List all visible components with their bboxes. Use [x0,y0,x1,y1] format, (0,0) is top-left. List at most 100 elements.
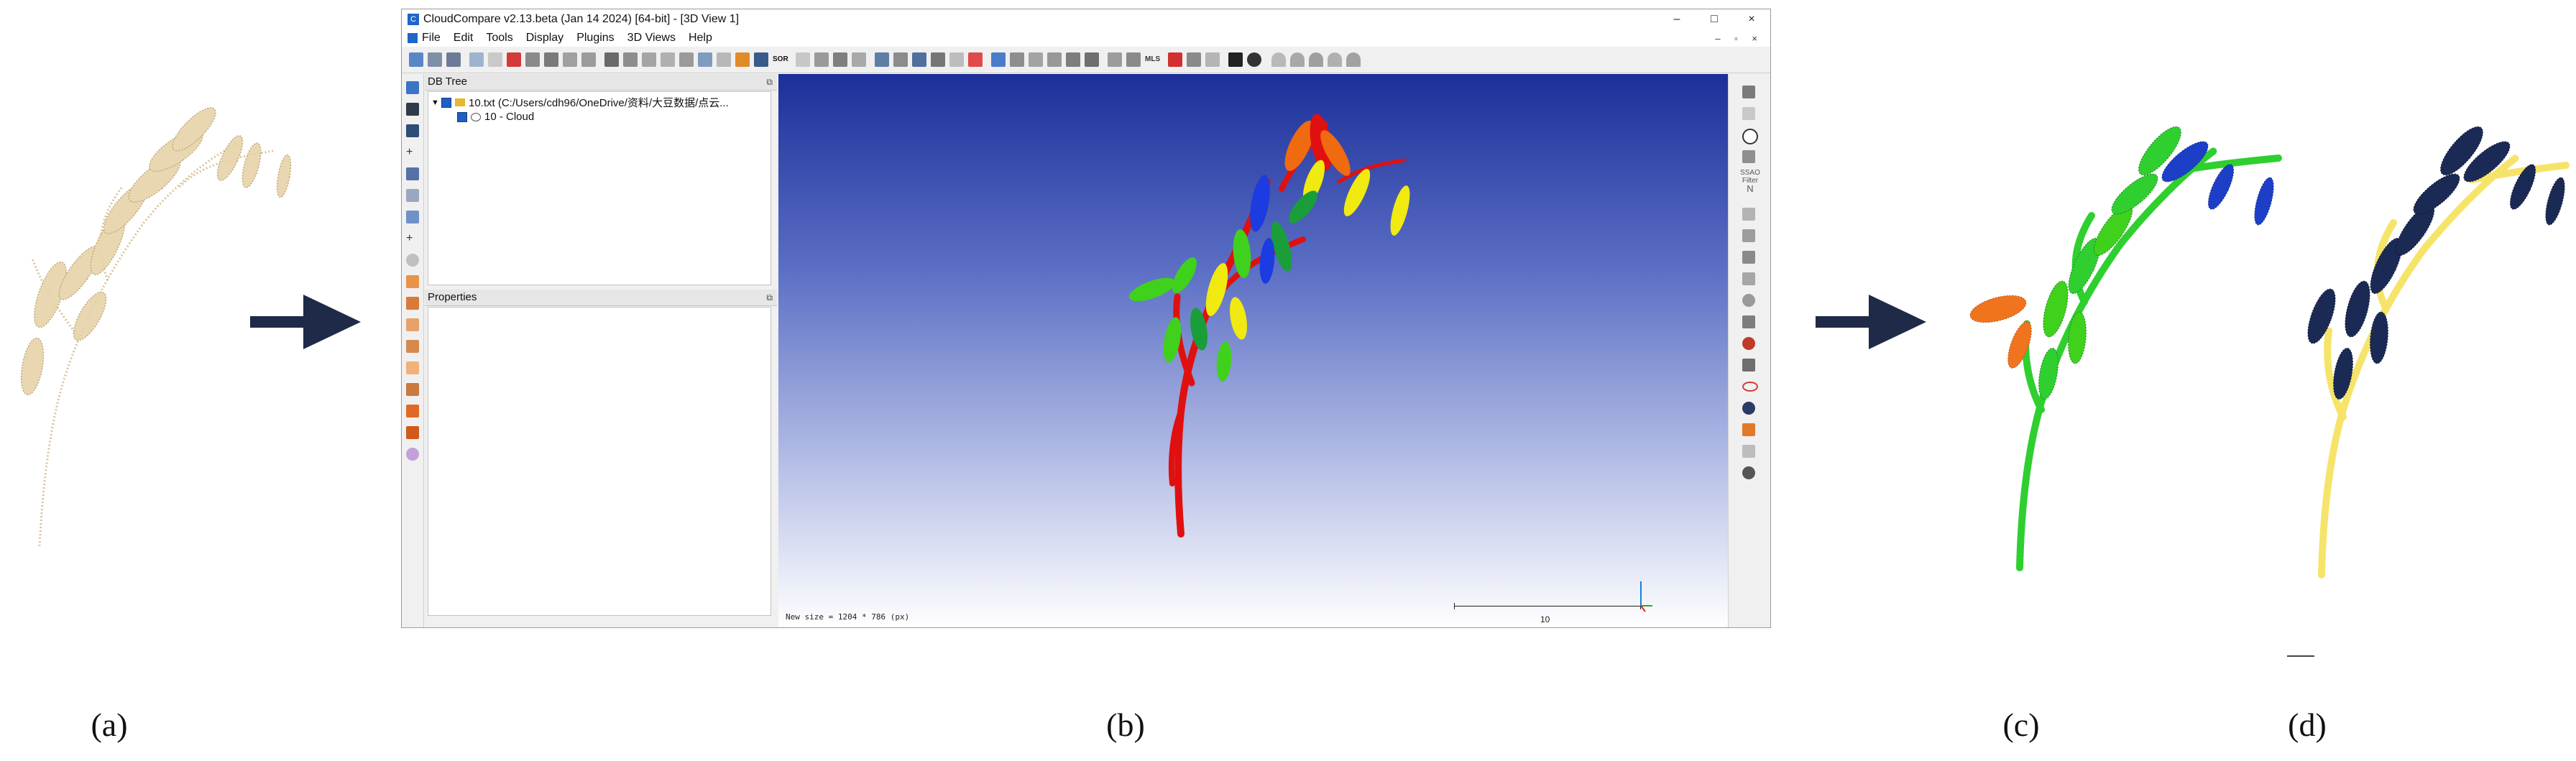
clone-icon[interactable] [469,52,484,67]
stereo-icon[interactable] [406,448,419,461]
search-icon[interactable] [406,254,419,267]
merge-icon[interactable] [488,52,502,67]
translate-icon[interactable] [544,52,558,67]
view-right-box-icon[interactable] [406,340,419,353]
tool-icon[interactable] [1742,423,1755,436]
shader-icon[interactable] [1742,150,1755,163]
view-bottom-box-icon[interactable] [406,383,419,396]
tool-icon[interactable] [1742,208,1755,221]
normal-icon[interactable] [679,52,694,67]
segment-icon[interactable] [563,52,577,67]
view-back-icon[interactable] [1328,52,1342,67]
bar-icon[interactable] [406,124,419,137]
tool-icon[interactable] [1742,445,1755,458]
plane-icon[interactable] [833,52,847,67]
point-pick-icon[interactable] [507,52,521,67]
view-left-box-icon[interactable] [406,318,419,331]
tree-item-root[interactable]: ▼ 10.txt (C:/Users/cdh96/OneDrive/资料/大豆数… [431,95,729,110]
menu-display[interactable]: Display [526,32,564,45]
sor-filter-icon[interactable]: SOR [773,52,788,67]
menu-edit[interactable]: Edit [454,32,474,45]
view-front-icon[interactable] [1290,52,1305,67]
delete-icon[interactable] [581,52,596,67]
compass-icon[interactable] [796,52,810,67]
camera-icon[interactable] [406,103,419,116]
facets-icon[interactable] [1066,52,1080,67]
compass-icon[interactable] [1742,129,1758,144]
distance-icon[interactable] [642,52,656,67]
tool-icon[interactable] [1742,315,1755,328]
rgb-icon[interactable] [1010,52,1024,67]
view-back-box-icon[interactable] [406,297,419,310]
ellipse-icon[interactable] [1742,382,1758,392]
mesh-icon[interactable] [661,52,675,67]
gradient-icon[interactable] [968,52,983,67]
m3c2-icon[interactable] [1029,52,1043,67]
zoom-region-icon[interactable] [406,189,419,202]
pivot-icon[interactable] [406,167,419,180]
fill-icon[interactable] [735,52,750,67]
menu-file[interactable]: File [422,32,441,45]
pointpair-icon[interactable] [1228,52,1243,67]
primitive-icon[interactable] [698,52,712,67]
subsample-icon[interactable] [525,52,540,67]
crosshair-icon[interactable]: + [406,146,419,159]
screen-icon[interactable] [406,81,419,94]
view-top-icon[interactable] [1271,52,1286,67]
visibility-checkbox[interactable] [457,111,467,122]
user-icon[interactable] [1742,402,1755,415]
3d-view[interactable]: New size = 1204 * 786 (px) 10 [778,74,1729,627]
tool-icon[interactable] [1742,251,1755,264]
float-button[interactable]: ⧉ [766,74,773,90]
minimize-button[interactable]: – [1658,13,1696,26]
hpr-icon[interactable] [1085,52,1099,67]
light-icon[interactable] [1742,107,1755,120]
align-icon[interactable] [604,52,619,67]
tool-icon[interactable] [1742,272,1755,285]
menu-help[interactable]: Help [689,32,712,45]
level-icon[interactable] [852,52,866,67]
menu-plugins[interactable]: Plugins [576,32,614,45]
mdi-window-controls[interactable]: – ▫ × [1715,33,1763,44]
collapse-icon[interactable]: ▼ [431,98,439,107]
color-icon[interactable] [991,52,1006,67]
north-label[interactable]: N [1731,183,1769,194]
tree-item-cloud[interactable]: 10 - Cloud [457,111,534,123]
sample-icon[interactable] [717,52,731,67]
layers-icon[interactable] [1742,359,1755,372]
tool-icon[interactable] [1742,294,1755,307]
tool-icon[interactable] [1742,229,1755,242]
histogram-icon[interactable] [875,52,889,67]
grid-icon[interactable] [893,52,908,67]
cross-section-icon[interactable] [814,52,829,67]
poisson-icon[interactable] [1126,52,1141,67]
open-icon[interactable] [409,52,423,67]
cube-icon[interactable] [406,211,419,223]
canupo-icon[interactable] [1047,52,1062,67]
gear-icon[interactable] [1247,52,1261,67]
menu-3d-views[interactable]: 3D Views [627,32,676,45]
view-left-icon[interactable] [1309,52,1323,67]
view-front-box-icon[interactable] [406,275,419,288]
move-icon[interactable]: + [406,232,419,245]
animation-icon[interactable] [1168,52,1182,67]
mls-icon[interactable]: MLS [1145,52,1160,67]
save-all-icon[interactable] [446,52,461,67]
iso-view-icon[interactable] [406,405,419,418]
float-button[interactable]: ⧉ [766,290,773,305]
tool-icon[interactable] [1742,337,1755,350]
visibility-checkbox[interactable] [441,97,451,108]
qsrf-icon[interactable] [1187,52,1201,67]
noise-filter-icon[interactable] [754,52,768,67]
sf-arithmetic-icon[interactable] [949,52,964,67]
scalar-field-icon[interactable] [912,52,926,67]
menu-tools[interactable]: Tools [486,32,512,45]
view-right-icon[interactable] [1346,52,1361,67]
save-icon[interactable] [428,52,442,67]
register-icon[interactable] [623,52,638,67]
dots-icon[interactable] [1742,466,1755,479]
view-top-box-icon[interactable] [406,361,419,374]
add-icon[interactable] [931,52,945,67]
close-button[interactable]: × [1733,13,1770,26]
iso-view-2-icon[interactable] [406,426,419,439]
